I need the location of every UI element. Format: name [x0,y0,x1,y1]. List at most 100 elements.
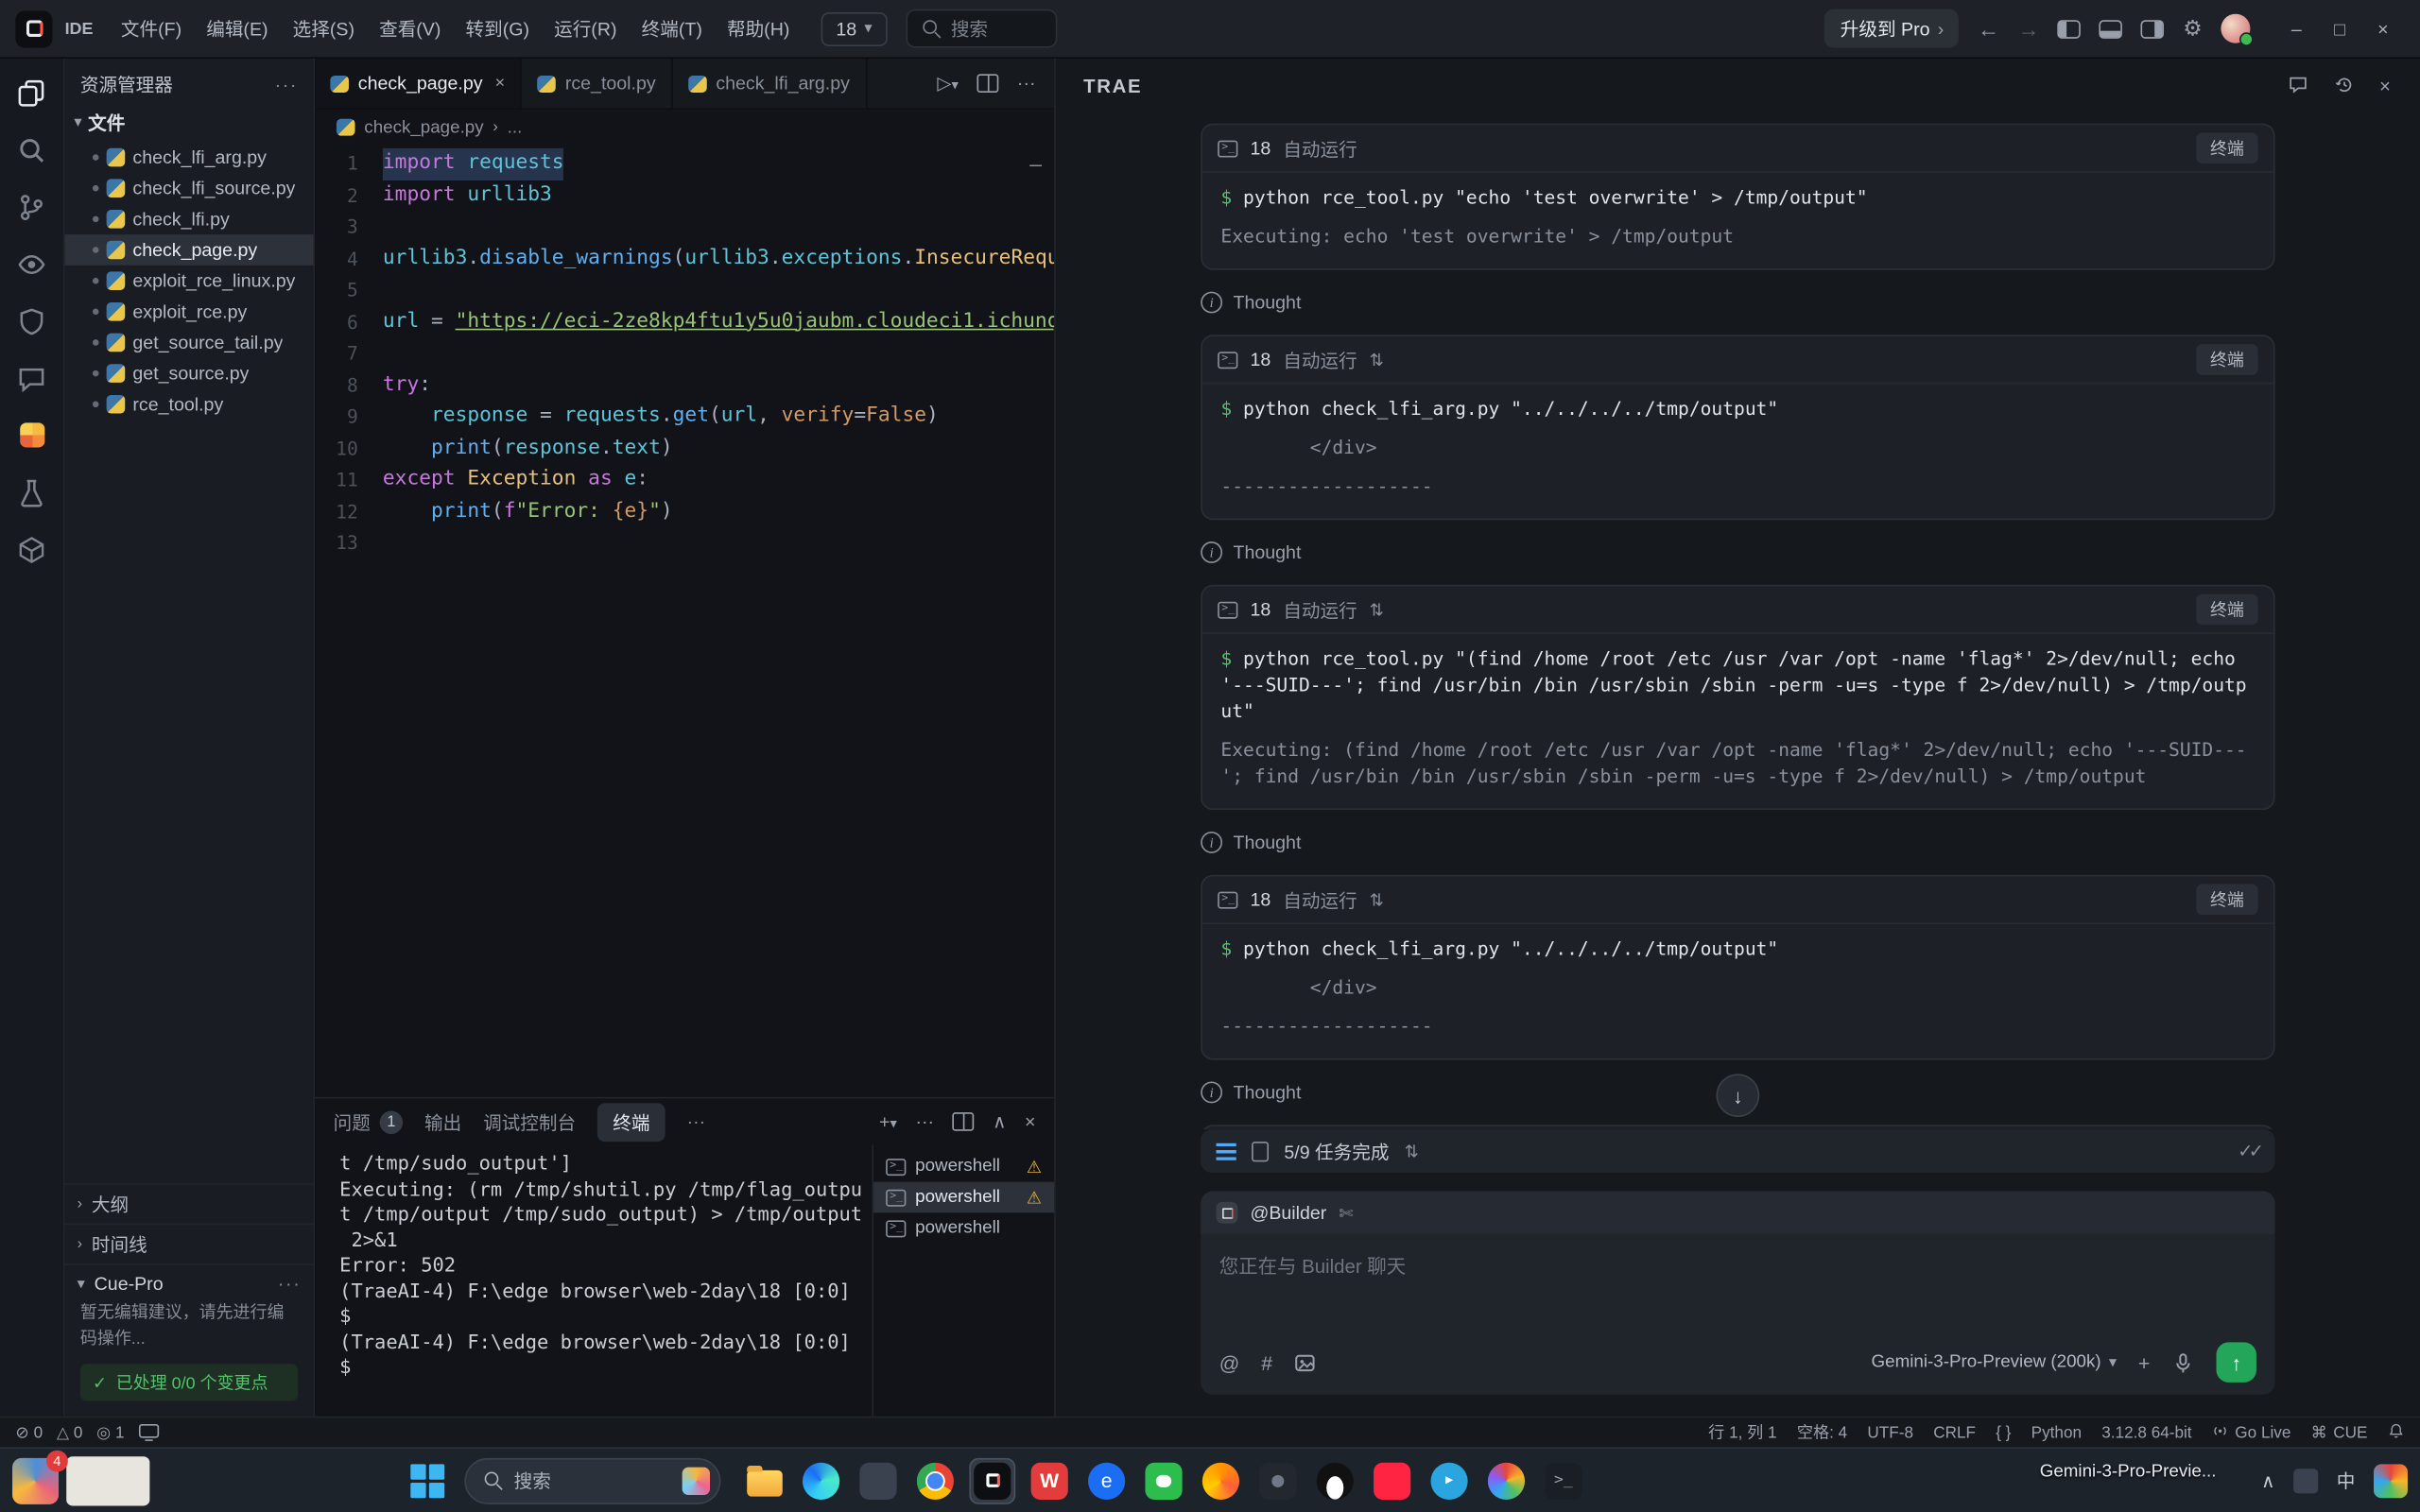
terminal-output[interactable]: t /tmp/sudo_output'] Executing: (rm /tmp… [315,1144,872,1416]
split-terminal-icon[interactable] [952,1112,975,1131]
search-icon[interactable] [16,134,47,165]
taskbar-app-photos[interactable] [1483,1457,1530,1503]
panel-tab-终端[interactable]: 终端 [596,1102,666,1142]
model-selector[interactable]: Gemini-3-Pro-Preview (200k) ▾ [1872,1353,2117,1372]
terminal-list-item[interactable]: powershell ⚠ [873,1151,1054,1182]
status-utf-8[interactable]: UTF-8 [1867,1423,1913,1442]
cue-section-header[interactable]: ▾ Cue-Pro ··· [64,1263,314,1297]
thought-row[interactable]: i Thought [1201,541,2274,563]
preview-icon[interactable] [16,249,47,280]
security-icon[interactable] [16,305,47,336]
panel-more-icon[interactable]: ··· [915,1111,934,1133]
terminal-badge-button[interactable]: 终端 [2196,132,2258,164]
packages-icon[interactable] [16,534,47,565]
file-item[interactable]: rce_tool.py [65,388,314,420]
status-3-12-8-64-bit[interactable]: 3.12.8 64-bit [2101,1423,2191,1442]
timeline-section[interactable]: › 时间线 [64,1223,314,1263]
bell-icon[interactable] [2388,1421,2405,1443]
widgets-button[interactable]: 4 [12,1449,150,1505]
menu-item[interactable]: 运行(R) [542,9,630,48]
mic-icon[interactable] [2171,1350,2194,1373]
panel-tab-调试控制台[interactable]: 调试控制台 [483,1108,576,1135]
ime-indicator[interactable]: 中 [2337,1468,2356,1494]
image-icon[interactable] [1294,1350,1317,1373]
terminal-list-item[interactable]: powershell [873,1212,1054,1244]
cue-more-icon[interactable]: ··· [278,1273,301,1295]
extensions-icon[interactable] [16,420,47,451]
upgrade-pro-button[interactable]: 升级到 Pro › [1824,9,1960,48]
close-panel-icon[interactable]: × [1025,1111,1035,1133]
toggle-panel-icon[interactable] [2100,19,2123,38]
taskbar-app-terminal[interactable]: >_ [1540,1457,1586,1503]
file-item[interactable]: check_lfi_arg.py [65,142,314,173]
remote-display-icon[interactable] [138,1423,159,1441]
taskbar-app-dark-app[interactable] [1254,1457,1301,1503]
taskbar-app-wps[interactable]: W [1027,1457,1073,1503]
error-count[interactable]: ⊘ 0 [15,1423,43,1442]
warning-count[interactable]: △ 0 [57,1423,83,1442]
split-editor-icon[interactable] [977,74,999,93]
menu-item[interactable]: 帮助(H) [715,9,803,48]
breadcrumb[interactable]: check_page.py › ... [315,110,1054,146]
editor-tab[interactable]: check_page.py × [315,59,523,109]
status--1-1[interactable]: 行 1, 列 1 [1708,1421,1776,1444]
global-search[interactable]: 搜索 [906,9,1058,48]
menu-item[interactable]: 编辑(E) [194,9,280,48]
editor-tab[interactable]: rce_tool.py [522,59,673,109]
taskbar-app-folder[interactable] [741,1457,787,1503]
tray-color-icon[interactable] [2374,1463,2408,1498]
chat-input-box[interactable]: 您正在与 Builder 聊天 @ # Gemini-3-Pro-Preview… [1201,1234,2275,1395]
new-terminal-icon[interactable]: +▾ [879,1111,897,1133]
taskbar-search[interactable]: 搜索 [464,1457,721,1504]
menu-item[interactable]: 转到(G) [453,9,542,48]
file-item[interactable]: check_lfi_source.py [65,173,314,204]
chat-icon[interactable] [16,363,47,394]
menu-item[interactable]: 终端(T) [630,9,715,48]
editor-tab[interactable]: check_lfi_arg.py [673,59,867,109]
chat-message-list[interactable]: 18自动运行终端$ python rce_tool.py "echo 'test… [1056,114,2420,1130]
source-control-icon[interactable] [16,191,47,222]
file-item[interactable]: get_source.py [65,358,314,389]
status-crlf[interactable]: CRLF [1933,1423,1976,1442]
toggle-left-sidebar-icon[interactable] [2058,19,2082,38]
file-item[interactable]: get_source_tail.py [65,327,314,358]
menu-item[interactable]: 查看(V) [367,9,453,48]
send-button[interactable]: ↑ [2216,1342,2256,1383]
taskbar-app-trae[interactable] [969,1457,1016,1504]
minimize-button[interactable]: – [2275,18,2319,40]
terminal-badge-button[interactable]: 终端 [2196,344,2258,375]
task-progress-bar[interactable]: 5/9 任务完成 ⇅ ✓✓ [1201,1129,2275,1173]
status--[interactable]: { } [1996,1423,2011,1442]
explorer-icon[interactable] [16,77,47,109]
terminal-badge-button[interactable]: 终端 [2196,884,2258,916]
taskbar-app-qq[interactable] [1312,1457,1358,1503]
panel-tabs-more-icon[interactable]: ··· [687,1111,706,1133]
toggle-right-sidebar-icon[interactable] [2141,19,2165,38]
command-icon[interactable]: # [1261,1350,1272,1373]
history-icon[interactable] [2333,74,2355,100]
scroll-to-bottom-button[interactable]: ↓ [1716,1074,1760,1118]
tray-app-icon[interactable] [2293,1468,2319,1493]
status-python[interactable]: Python [2031,1423,2082,1442]
file-item[interactable]: exploit_rce.py [65,296,314,327]
status-cue[interactable]: ⌘ CUE [2311,1423,2368,1442]
taskbar-app-telegram[interactable]: ▸ [1426,1457,1473,1503]
mention-icon[interactable]: @ [1219,1350,1240,1373]
expand-icon[interactable]: ⇅ [1370,889,1384,910]
context-chip[interactable]: @Builder ✄ [1201,1191,2275,1235]
outline-section[interactable]: › 大纲 [64,1183,314,1223]
status--4[interactable]: 空格: 4 [1797,1421,1847,1444]
panel-tab-输出[interactable]: 输出 [424,1108,461,1135]
thought-row[interactable]: i Thought [1201,832,2274,853]
maximize-panel-icon[interactable]: ∧ [993,1111,1006,1133]
taskbar-app-mail[interactable] [855,1457,901,1503]
thought-row[interactable]: i Thought [1201,291,2274,314]
menu-item[interactable]: 选择(S) [281,9,367,48]
notification-count[interactable]: ◎ 1 [96,1423,124,1442]
taskbar-app-redbook[interactable] [1369,1457,1415,1503]
taskbar-app-chrome[interactable] [912,1457,959,1503]
app-menu-button[interactable] [15,9,53,47]
avatar[interactable] [2221,13,2254,46]
close-panel-icon[interactable]: × [2379,76,2393,97]
remove-context-icon[interactable]: ✄ [1339,1203,1353,1223]
